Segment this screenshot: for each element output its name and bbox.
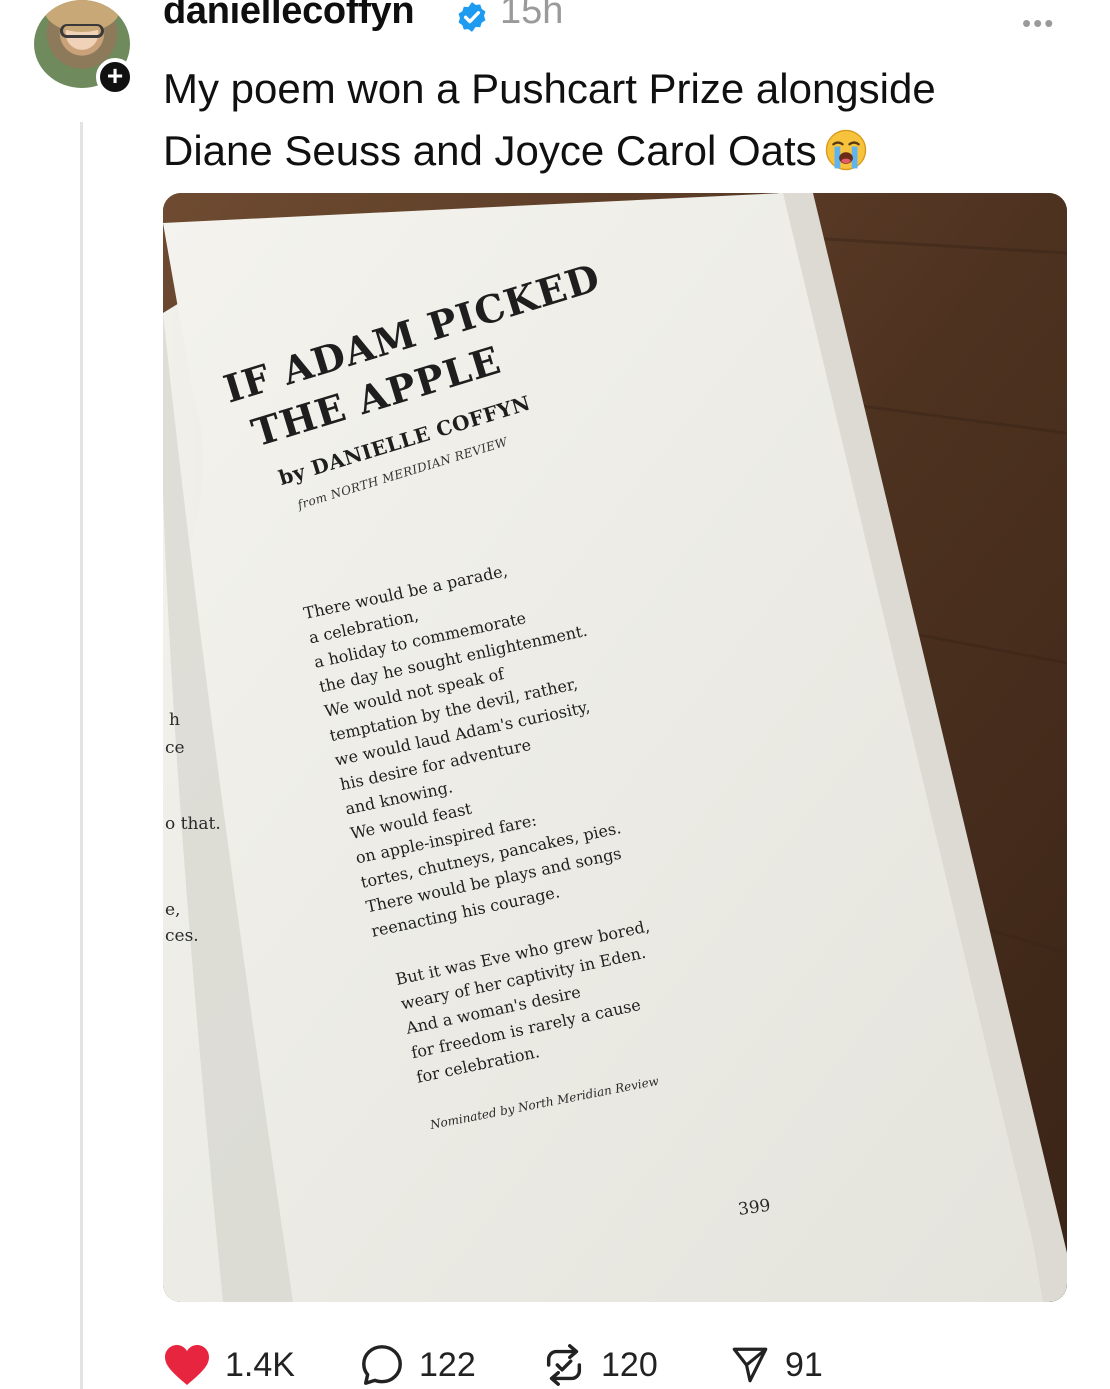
post-text-line-2-text: Diane Seuss and Joyce Carol Oats <box>163 127 817 174</box>
send-icon <box>732 1347 768 1383</box>
repost-button[interactable]: 120 <box>541 1340 658 1389</box>
share-count: 91 <box>785 1345 823 1384</box>
post-text: My poem won a Pushcart Prize alongside D… <box>163 58 1063 182</box>
share-button[interactable]: 91 <box>729 1340 823 1389</box>
verified-badge-icon <box>458 2 486 32</box>
like-button[interactable]: 1.4K <box>163 1340 295 1389</box>
post-actions: 1.4K 122 120 91 <box>163 1340 1063 1389</box>
left-fragment-3: o that. <box>165 814 221 834</box>
left-fragment-4: e, <box>165 900 180 920</box>
loudly-crying-face-icon <box>825 129 866 171</box>
thread-line <box>80 122 83 1389</box>
left-fragment-5: ces. <box>165 926 199 946</box>
more-options-icon[interactable]: ••• <box>1022 8 1055 39</box>
heart-icon <box>165 1345 209 1385</box>
book-photo-svg: h ce o that. e, ces. IF ADAM PICKED THE … <box>163 193 1067 1302</box>
repost-count: 120 <box>601 1345 658 1384</box>
post-text-line-2: Diane Seuss and Joyce Carol Oats <box>163 120 1063 182</box>
post-photo[interactable]: h ce o that. e, ces. IF ADAM PICKED THE … <box>163 193 1067 1302</box>
username[interactable]: daniellecoffyn <box>163 0 415 33</box>
avatar-glasses <box>60 24 104 38</box>
comment-bubble-icon <box>362 1345 402 1385</box>
left-fragment-1: h <box>169 710 180 730</box>
follow-plus-icon[interactable]: + <box>96 58 134 96</box>
reply-count: 122 <box>419 1345 476 1384</box>
post-timestamp: 15h <box>500 0 564 32</box>
reply-button[interactable]: 122 <box>359 1340 476 1389</box>
repost-icon <box>546 1344 582 1386</box>
post-text-line-1: My poem won a Pushcart Prize alongside <box>163 65 936 112</box>
like-count: 1.4K <box>225 1345 295 1384</box>
left-fragment-2: ce <box>165 738 185 758</box>
